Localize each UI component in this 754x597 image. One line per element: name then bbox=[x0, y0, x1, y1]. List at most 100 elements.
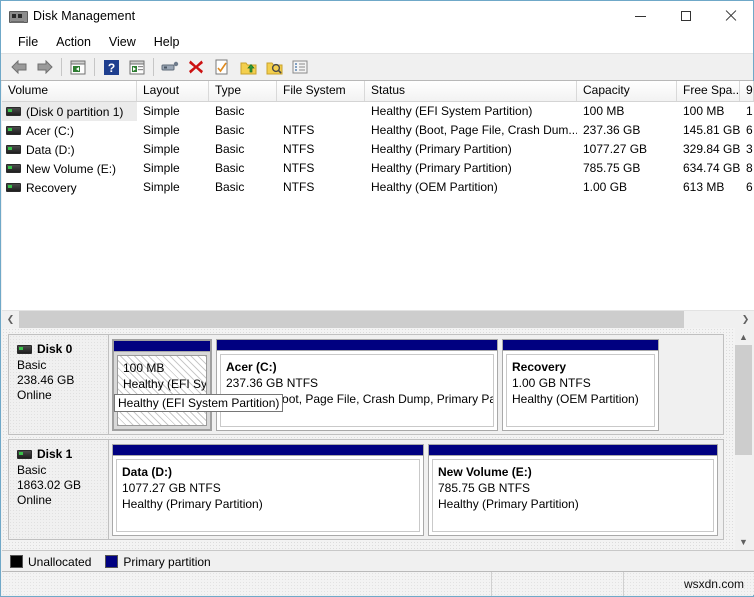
cell-capacity: 785.75 GB bbox=[577, 159, 677, 178]
disk-size: 238.46 GB bbox=[17, 373, 108, 388]
cell-layout: Simple bbox=[137, 159, 209, 178]
vertical-scroll-thumb[interactable] bbox=[735, 345, 752, 455]
partition-block[interactable]: 100 MBHealthy (EFI System Partition) bbox=[112, 339, 212, 431]
legend-label: Primary partition bbox=[123, 555, 210, 569]
column-header-3[interactable]: File System bbox=[277, 81, 365, 101]
delete-icon[interactable] bbox=[183, 55, 209, 79]
status-pane-right: wsxdn.com bbox=[624, 572, 754, 596]
partition-details: New Volume (E:)785.75 GB NTFSHealthy (Pr… bbox=[432, 459, 714, 532]
cell-volume: (Disk 0 partition 1) bbox=[2, 102, 137, 121]
window-controls bbox=[618, 1, 753, 31]
disk-size: 1863.02 GB bbox=[17, 478, 108, 493]
disk-row-1[interactable]: Disk 1Basic1863.02 GBOnlineData (D:)1077… bbox=[8, 439, 724, 540]
menu-file[interactable]: File bbox=[9, 33, 47, 51]
partition-block[interactable]: Acer (C:)237.36 GB NTFSHealthy (Boot, Pa… bbox=[216, 339, 498, 431]
horizontal-scrollbar[interactable]: ❮ ❯ bbox=[2, 310, 754, 328]
cell-volume: Acer (C:) bbox=[2, 121, 137, 140]
menu-view[interactable]: View bbox=[100, 33, 145, 51]
partition-block[interactable]: Recovery1.00 GB NTFSHealthy (OEM Partiti… bbox=[502, 339, 659, 431]
cell-type: Basic bbox=[209, 140, 277, 159]
cell-file_system: NTFS bbox=[277, 121, 365, 140]
cell-type: Basic bbox=[209, 178, 277, 197]
partition-name: Acer (C:) bbox=[226, 359, 488, 375]
minimize-button[interactable] bbox=[618, 1, 663, 31]
volume-label: (Disk 0 partition 1) bbox=[26, 103, 123, 121]
table-row[interactable]: (Disk 0 partition 1) SimpleBasic Healthy (… bbox=[2, 102, 754, 121]
disk-type: Basic bbox=[17, 463, 108, 478]
cell-file_system bbox=[277, 102, 365, 121]
properties-icon[interactable] bbox=[157, 55, 183, 79]
menu-help[interactable]: Help bbox=[145, 33, 189, 51]
cell-capacity: 100 MB bbox=[577, 102, 677, 121]
disk-info-0[interactable]: Disk 0Basic238.46 GBOnline bbox=[9, 335, 109, 434]
refresh-icon[interactable] bbox=[209, 55, 235, 79]
cell-capacity: 1077.27 GB bbox=[577, 140, 677, 159]
menu-action[interactable]: Action bbox=[47, 33, 100, 51]
column-header-5[interactable]: Capacity bbox=[577, 81, 677, 101]
table-row[interactable]: Data (D:)SimpleBasicNTFSHealthy (Primary… bbox=[2, 140, 754, 159]
cell-status: Healthy (EFI System Partition) bbox=[365, 102, 577, 121]
scroll-up-icon[interactable]: ▲ bbox=[735, 328, 752, 345]
disk-name: Disk 1 bbox=[17, 447, 108, 461]
cell-percent_free: 6 bbox=[740, 121, 754, 140]
column-header-1[interactable]: Layout bbox=[137, 81, 209, 101]
up-one-level-icon[interactable] bbox=[65, 55, 91, 79]
forward-icon[interactable] bbox=[32, 55, 58, 79]
maximize-button[interactable] bbox=[663, 1, 708, 31]
cell-percent_free: 6 bbox=[740, 178, 754, 197]
back-icon[interactable] bbox=[6, 55, 32, 79]
disk-info-1[interactable]: Disk 1Basic1863.02 GBOnline bbox=[9, 440, 109, 539]
show-hide-console-tree-icon[interactable] bbox=[124, 55, 150, 79]
volume-label: Data (D:) bbox=[26, 141, 75, 159]
horizontal-scroll-track[interactable] bbox=[19, 311, 737, 328]
column-header-7[interactable]: 9 bbox=[740, 81, 754, 101]
volume-list-body: (Disk 0 partition 1)SimpleBasicHealthy (… bbox=[2, 102, 754, 197]
column-header-2[interactable]: Type bbox=[209, 81, 277, 101]
toolbar-separator bbox=[153, 58, 154, 76]
status-bar: wsxdn.com bbox=[2, 571, 754, 595]
list-view-icon[interactable] bbox=[287, 55, 313, 79]
table-row[interactable]: RecoverySimpleBasicNTFSHealthy (OEM Part… bbox=[2, 178, 754, 197]
disk-name-label: Disk 0 bbox=[37, 342, 72, 356]
legend-swatch bbox=[105, 555, 118, 568]
volume-label: New Volume (E:) bbox=[26, 160, 116, 178]
vertical-scrollbar[interactable]: ▲ ▼ bbox=[735, 328, 752, 550]
cell-layout: Simple bbox=[137, 102, 209, 121]
volume-drive-icon bbox=[6, 145, 21, 154]
volume-label: Recovery bbox=[26, 179, 77, 197]
horizontal-scroll-thumb[interactable] bbox=[19, 311, 684, 328]
cell-percent_free: 1 bbox=[740, 102, 754, 121]
legend-item-0: Unallocated bbox=[10, 555, 91, 569]
cell-volume: Data (D:) bbox=[2, 140, 137, 159]
rescan-disks-icon[interactable] bbox=[235, 55, 261, 79]
column-header-4[interactable]: Status bbox=[365, 81, 577, 101]
scroll-right-icon[interactable]: ❯ bbox=[737, 311, 754, 328]
partition-strip-0: 100 MBHealthy (EFI System Partition)Acer… bbox=[109, 335, 723, 434]
table-row[interactable]: Acer (C:)SimpleBasicNTFSHealthy (Boot, P… bbox=[2, 121, 754, 140]
scroll-down-icon[interactable]: ▼ bbox=[735, 533, 752, 550]
search-icon[interactable] bbox=[261, 55, 287, 79]
disk-row-0[interactable]: Disk 0Basic238.46 GBOnline100 MBHealthy … bbox=[8, 334, 724, 435]
close-button[interactable] bbox=[708, 1, 753, 31]
column-header-0[interactable]: Volume bbox=[2, 81, 137, 101]
partition-color-bar bbox=[503, 340, 658, 351]
partition-size: 1.00 GB NTFS bbox=[512, 375, 649, 391]
table-row[interactable]: New Volume (E:)SimpleBasicNTFSHealthy (P… bbox=[2, 159, 754, 178]
help-icon[interactable]: ? bbox=[98, 55, 124, 79]
partition-status: Healthy (Primary Partition) bbox=[122, 496, 414, 512]
partition-size: 785.75 GB NTFS bbox=[438, 480, 708, 496]
graphical-view-pane: Disk 0Basic238.46 GBOnline100 MBHealthy … bbox=[2, 328, 754, 550]
volume-list-header: VolumeLayoutTypeFile SystemStatusCapacit… bbox=[2, 81, 754, 102]
scroll-left-icon[interactable]: ❮ bbox=[2, 311, 19, 328]
partition-block[interactable]: Data (D:)1077.27 GB NTFSHealthy (Primary… bbox=[112, 444, 424, 536]
cell-type: Basic bbox=[209, 102, 277, 121]
column-header-6[interactable]: Free Spa... bbox=[677, 81, 740, 101]
cell-file_system: NTFS bbox=[277, 159, 365, 178]
partition-name: Data (D:) bbox=[122, 464, 414, 480]
cell-status: Healthy (Boot, Page File, Crash Dum... bbox=[365, 121, 577, 140]
toolbar-separator bbox=[61, 58, 62, 76]
partition-block[interactable]: New Volume (E:)785.75 GB NTFSHealthy (Pr… bbox=[428, 444, 718, 536]
cell-volume: Recovery bbox=[2, 178, 137, 197]
cell-file_system: NTFS bbox=[277, 140, 365, 159]
vertical-scroll-track[interactable] bbox=[735, 345, 752, 533]
